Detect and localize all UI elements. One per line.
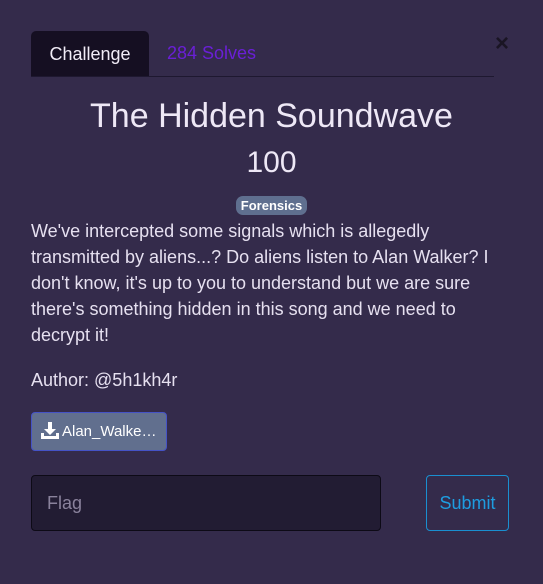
category-tags: Forensics [0,196,543,215]
download-icon [41,422,59,439]
close-icon: × [494,30,509,57]
file-download-button[interactable]: Alan_Walker.mp3 [31,412,167,451]
challenge-tabs: Challenge 284 Solves [31,31,494,77]
challenge-title: The Hidden Soundwave [90,97,453,135]
category-tag: Forensics [235,196,308,215]
file-name: Alan_Walker.mp3 [62,423,158,440]
challenge-description: We've intercepted some signals which is … [31,221,489,345]
tab-solves[interactable]: 284 Solves [167,31,256,75]
tab-challenge[interactable]: Challenge [31,31,149,76]
submit-button[interactable]: Submit [426,475,509,531]
challenge-author: Author: @5h1kh4r [31,370,178,390]
challenge-modal: × Challenge 284 Solves The Hidden Soundw… [0,0,543,584]
close-button[interactable]: × [492,30,512,58]
flag-input[interactable] [31,475,381,531]
challenge-points: 100 [246,146,297,179]
